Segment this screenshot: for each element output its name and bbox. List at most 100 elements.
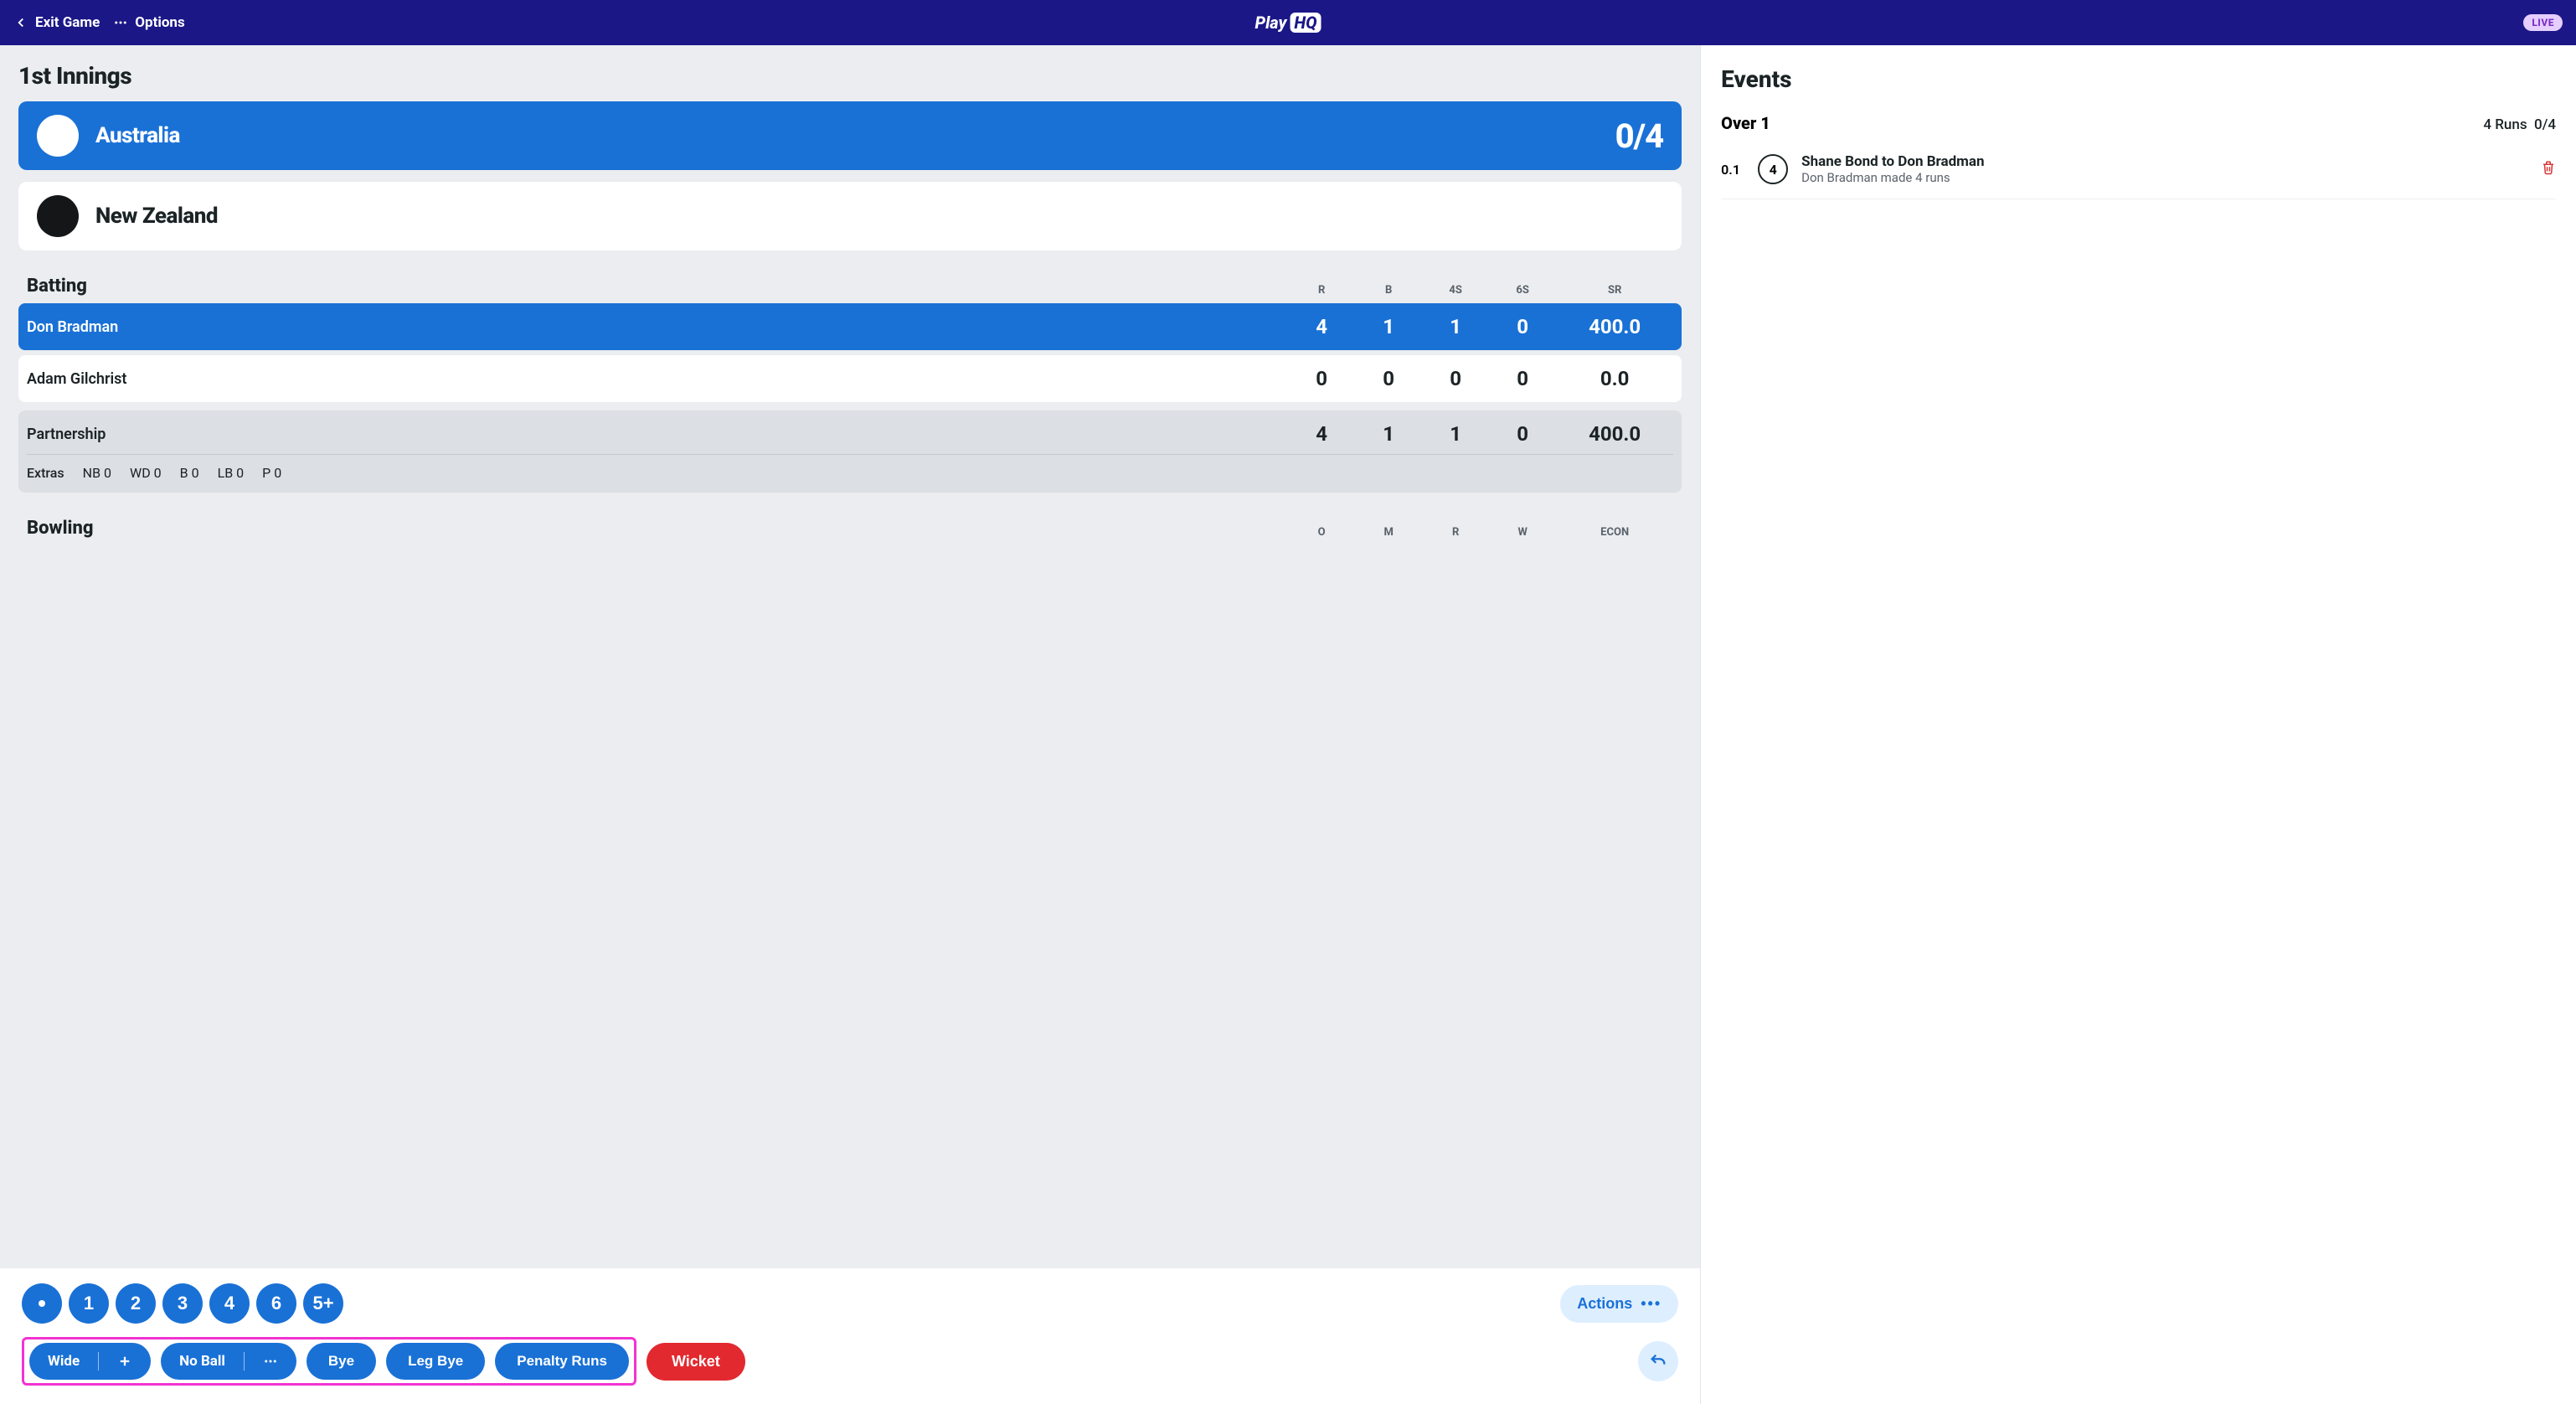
batting-team-card[interactable]: Australia 0/4 xyxy=(18,101,1682,170)
events-title: Events xyxy=(1721,65,2556,93)
col-econ: ECON xyxy=(1556,526,1673,539)
col-br: R xyxy=(1422,526,1489,539)
dots-icon xyxy=(263,1354,278,1369)
p-r: 4 xyxy=(1288,422,1355,446)
bowling-team-card[interactable]: New Zealand xyxy=(18,182,1682,250)
actions-label: Actions xyxy=(1577,1295,1632,1313)
col-sr: SR xyxy=(1556,284,1673,297)
extras-line: Extras NB 0 WD 0 B 0 LB 0 P 0 xyxy=(27,454,1673,481)
extras-nb: NB 0 xyxy=(83,465,111,481)
col-4s: 4S xyxy=(1422,284,1489,297)
over-label: Over 1 xyxy=(1721,113,1770,133)
bye-button[interactable]: Bye xyxy=(307,1343,376,1380)
batter-b: 1 xyxy=(1355,315,1422,338)
noball-more-button[interactable] xyxy=(245,1344,296,1379)
batter-4s: 0 xyxy=(1422,367,1489,390)
batting-team-name: Australia xyxy=(95,123,180,148)
batter-row[interactable]: Adam Gilchrist 0 0 0 0 0.0 xyxy=(18,355,1682,402)
exit-game-label: Exit Game xyxy=(35,14,100,31)
batter-r: 4 xyxy=(1288,315,1355,338)
event-row: 0.1 4 Shane Bond to Don Bradman Don Brad… xyxy=(1721,145,2556,199)
events-panel: Events Over 1 4 Runs 0/4 0.1 4 Shane Bon… xyxy=(1700,45,2576,1404)
delete-event-button[interactable] xyxy=(2541,159,2556,179)
p-6s: 0 xyxy=(1489,422,1556,446)
event-ball-number: 0.1 xyxy=(1721,162,1744,178)
run-3-button[interactable]: 3 xyxy=(162,1283,203,1324)
batting-title: Batting xyxy=(27,276,1288,297)
options-label: Options xyxy=(135,14,184,31)
noball-button[interactable]: No Ball xyxy=(161,1343,244,1380)
over-score: 0/4 xyxy=(2534,116,2556,133)
penalty-button[interactable]: Penalty Runs xyxy=(495,1343,629,1380)
bowling-team-name: New Zealand xyxy=(95,204,218,229)
wicket-button[interactable]: Wicket xyxy=(647,1343,745,1381)
extras-highlight: Wide No Ball Bye Leg Bye xyxy=(22,1337,636,1386)
batter-4s: 1 xyxy=(1422,315,1489,338)
trash-icon xyxy=(2541,159,2556,176)
scoring-panel: 1st Innings Australia 0/4 New Zealand Ba… xyxy=(0,45,1700,1404)
brand-play: Play xyxy=(1255,13,1287,33)
p-4s: 1 xyxy=(1422,422,1489,446)
brand-hq: HQ xyxy=(1290,13,1321,33)
action-bar: 1 2 3 4 6 5+ Actions ••• Wide xyxy=(0,1268,1700,1404)
run-6-button[interactable]: 6 xyxy=(256,1283,296,1324)
partnership-label: Partnership xyxy=(27,426,1288,443)
bowling-title: Bowling xyxy=(27,518,1288,539)
bowling-header: Bowling O M R W ECON xyxy=(18,518,1682,545)
dots-icon: ••• xyxy=(1641,1295,1662,1313)
extras-wd: WD 0 xyxy=(130,465,162,481)
batter-6s: 0 xyxy=(1489,367,1556,390)
batter-6s: 0 xyxy=(1489,315,1556,338)
run-5plus-button[interactable]: 5+ xyxy=(303,1283,343,1324)
extras-lb: LB 0 xyxy=(218,465,245,481)
topbar: Exit Game Options PlayHQ LIVE xyxy=(0,0,2576,45)
col-b: B xyxy=(1355,284,1422,297)
batter-sr: 0.0 xyxy=(1556,367,1673,390)
run-2-button[interactable]: 2 xyxy=(116,1283,156,1324)
batting-header: Batting R B 4S 6S SR xyxy=(18,276,1682,303)
batter-name: Adam Gilchrist xyxy=(27,370,1288,388)
wide-plus-button[interactable] xyxy=(99,1344,151,1379)
over-runs: 4 Runs xyxy=(2483,116,2527,133)
actions-menu-button[interactable]: Actions ••• xyxy=(1560,1285,1678,1323)
brand-logo: PlayHQ xyxy=(1255,13,1321,33)
live-badge: LIVE xyxy=(2523,14,2563,31)
col-r: R xyxy=(1288,284,1355,297)
event-line2: Don Bradman made 4 runs xyxy=(1801,170,2527,185)
undo-icon xyxy=(1649,1352,1667,1370)
p-sr: 400.0 xyxy=(1556,422,1673,446)
extras-p: P 0 xyxy=(262,465,281,481)
team-circle-icon xyxy=(37,115,79,157)
plus-icon xyxy=(117,1354,132,1369)
wide-button-group: Wide xyxy=(29,1343,151,1380)
col-o: O xyxy=(1288,526,1355,539)
event-line1: Shane Bond to Don Bradman xyxy=(1801,153,2527,170)
extras-b: B 0 xyxy=(180,465,199,481)
event-ball-value: 4 xyxy=(1758,154,1788,184)
innings-title: 1st Innings xyxy=(18,62,1682,90)
batter-name: Don Bradman xyxy=(27,318,1288,336)
wide-button[interactable]: Wide xyxy=(29,1343,98,1380)
col-m: M xyxy=(1355,526,1422,539)
undo-button[interactable] xyxy=(1638,1341,1678,1381)
arrow-left-icon xyxy=(13,15,28,30)
extras-label: Extras xyxy=(27,465,64,481)
legbye-button[interactable]: Leg Bye xyxy=(386,1343,485,1380)
batting-team-score: 0/4 xyxy=(1615,116,1664,156)
batter-b: 0 xyxy=(1355,367,1422,390)
p-b: 1 xyxy=(1355,422,1422,446)
options-link[interactable]: Options xyxy=(113,14,184,31)
run-4-button[interactable]: 4 xyxy=(209,1283,250,1324)
partnership-block: Partnership 4 1 1 0 400.0 Extras NB 0 WD… xyxy=(18,410,1682,493)
batter-row[interactable]: Don Bradman 4 1 1 0 400.0 xyxy=(18,303,1682,350)
team-circle-icon xyxy=(37,195,79,237)
exit-game-link[interactable]: Exit Game xyxy=(13,14,100,31)
batter-r: 0 xyxy=(1288,367,1355,390)
over-header: Over 1 4 Runs 0/4 xyxy=(1721,113,2556,133)
run-1-button[interactable]: 1 xyxy=(69,1283,109,1324)
dots-icon xyxy=(113,15,128,30)
col-w: W xyxy=(1489,526,1556,539)
run-dot-button[interactable] xyxy=(22,1283,62,1324)
batter-sr: 400.0 xyxy=(1556,315,1673,338)
col-6s: 6S xyxy=(1489,284,1556,297)
